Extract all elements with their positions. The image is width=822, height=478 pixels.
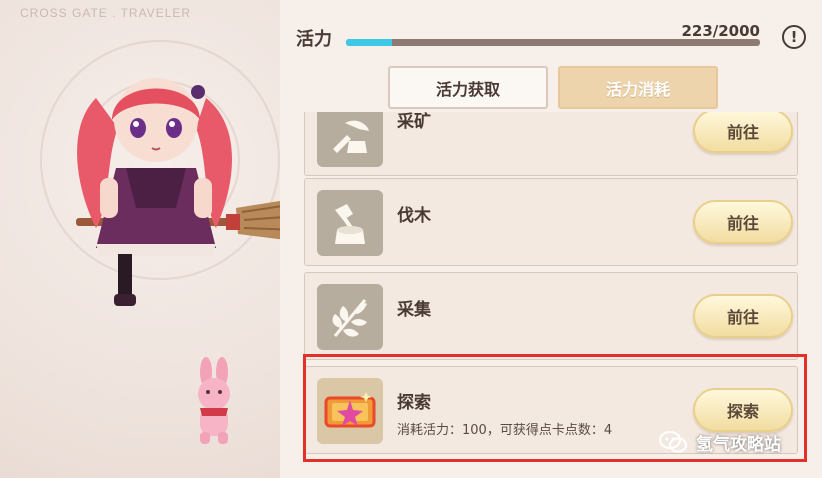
vitality-value: 223/2000	[681, 22, 760, 40]
activity-title: 采矿	[397, 112, 431, 132]
activity-list[interactable]: 采矿 前往 伐木 前往 采集 前往 探索 消耗活力：100，可获得点卡点数：4 …	[304, 112, 800, 478]
character-witch-illustration	[76, 78, 302, 306]
list-item-logging: 伐木 前往	[304, 178, 798, 266]
go-button-logging[interactable]: 前往	[693, 200, 793, 244]
leaf-icon	[317, 284, 383, 350]
activity-title: 伐木	[397, 206, 431, 226]
go-button-gathering[interactable]: 前往	[693, 294, 793, 338]
exclamation-icon[interactable]: !	[782, 25, 806, 49]
brand-text: CROSS GATE . TRAVELER	[20, 6, 192, 20]
watermark: 氢气攻略站	[658, 428, 781, 456]
activity-title: 采集	[397, 300, 431, 320]
mining-icon	[317, 112, 383, 167]
ticket-icon	[317, 378, 383, 444]
wechat-logo-icon	[659, 431, 687, 453]
list-item-mining: 采矿 前往	[304, 112, 798, 176]
list-item-gathering: 采集 前往	[304, 272, 798, 360]
bunny-pet-illustration	[198, 357, 230, 444]
character-panel: CROSS GATE . TRAVELER	[0, 0, 302, 478]
vitality-progress-fill	[346, 39, 393, 46]
tab-vitality-gain[interactable]: 活力获取	[388, 66, 548, 109]
activity-title: 探索	[397, 393, 431, 413]
vitality-label: 活力	[296, 29, 332, 50]
explore-button[interactable]: 探索	[693, 388, 793, 432]
axe-stump-icon	[317, 190, 383, 256]
go-button-mining[interactable]: 前往	[693, 112, 793, 153]
vitality-progress-bar	[346, 39, 760, 46]
tab-vitality-consume[interactable]: 活力消耗	[558, 66, 718, 109]
activity-description: 消耗活力：100，可获得点卡点数：4	[397, 423, 613, 438]
watermark-text: 氢气攻略站	[696, 434, 781, 455]
